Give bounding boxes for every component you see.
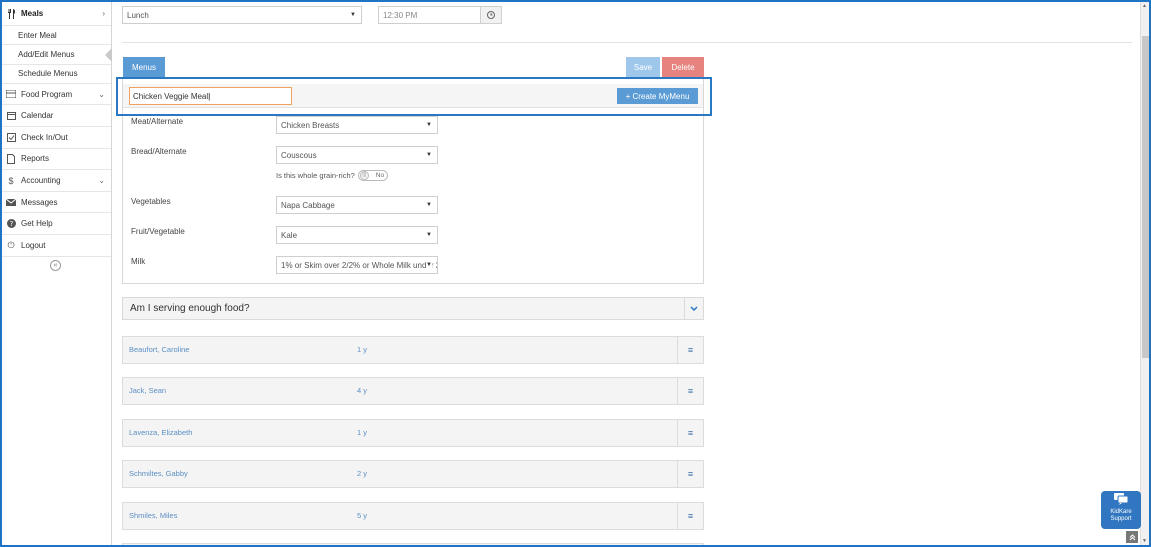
sidebar-item-accounting[interactable]: $ Accounting ⌄ [2,170,111,192]
sidebar-subitem-add-edit-menus[interactable]: Add/Edit Menus [2,45,112,65]
field-label-fruit-vegetable: Fruit/Vegetable [131,227,185,236]
dropdown-arrow-icon: ▼ [426,232,432,238]
dropdown-arrow-icon: ▼ [350,12,356,18]
sidebar-item-logout[interactable]: ⏻ Logout [2,235,111,257]
meal-type-select[interactable]: Lunch ▼ [122,6,362,24]
check-icon [6,132,16,142]
fruit-vegetable-select[interactable]: Kale ▼ [276,226,438,244]
hamburger-menu-icon[interactable]: ≡ [677,337,703,363]
meal-time-input[interactable]: 12:30 PM [378,6,502,24]
scroll-down-icon[interactable]: ▼ [1142,538,1147,544]
serving-enough-accordion[interactable]: Am I serving enough food? [122,297,704,320]
help-icon: ? [6,219,16,229]
dollar-icon: $ [8,175,14,186]
whole-grain-toggle[interactable]: ||| No [357,170,388,181]
child-name[interactable]: Shmiles, Miles [129,511,177,520]
scroll-to-top-button[interactable] [1126,531,1138,543]
highlight-box [116,77,712,116]
child-name[interactable]: Jack, Sean [129,386,166,395]
power-icon: ⏻ [7,239,15,250]
envelope-icon [6,197,16,207]
hamburger-menu-icon[interactable]: ≡ [677,420,703,446]
scroll-up-icon[interactable]: ▲ [1142,3,1147,9]
sidebar-item-messages[interactable]: Messages [2,192,111,214]
dropdown-arrow-icon: ▼ [426,122,432,128]
sidebar-item-reports[interactable]: Reports [2,149,111,171]
child-name[interactable]: Beaufort, Caroline [129,345,189,354]
scroll-thumb[interactable] [1142,36,1149,358]
field-label-vegetables: Vegetables [131,197,171,206]
chevron-right-icon: › [102,9,105,18]
sidebar-subitem-schedule-menus[interactable]: Schedule Menus [2,65,111,84]
sidebar-item-get-help[interactable]: ? Get Help [2,213,111,236]
support-widget[interactable]: KidKare Support [1101,491,1141,529]
dropdown-arrow-icon: ▼ [426,152,432,158]
milk-select[interactable]: 1% or Skim over 2/2% or Whole Milk under… [276,256,438,274]
tab-menus[interactable]: Menus [123,57,165,77]
svg-text:?: ? [9,220,13,228]
child-age: 1 y [357,345,368,354]
child-row[interactable]: Lavenza, Elizabeth 1 y ≡ [122,419,704,447]
child-age: 1 y [357,428,368,437]
toggle-knob-icon: ||| [359,171,369,180]
child-row[interactable]: Shmiles, Miles 5 y ≡ [122,502,704,530]
bread-alternate-select[interactable]: Couscous ▼ [276,146,438,164]
vegetables-select[interactable]: Napa Cabbage ▼ [276,196,438,214]
chat-bubble-icon [1101,493,1141,509]
sidebar-item-check-in-out[interactable]: Check In/Out [2,127,111,149]
chevron-down-icon[interactable] [684,298,703,319]
reports-icon [6,153,16,164]
child-row[interactable]: Schmiltes, Gabby 2 y ≡ [122,460,704,488]
delete-button[interactable]: Delete [662,57,704,77]
calendar-icon [6,111,16,121]
child-name[interactable]: Schmiltes, Gabby [129,469,188,478]
dropdown-arrow-icon: ▼ [426,202,432,208]
sidebar-item-calendar[interactable]: Calendar [2,105,111,128]
child-age: 5 y [357,511,368,520]
food-program-icon [6,89,16,99]
sidebar-subitem-enter-meal[interactable]: Enter Meal [2,26,111,46]
utensils-icon [6,8,16,19]
sidebar-item-meals[interactable]: Meals › [2,2,111,26]
hamburger-menu-icon[interactable]: ≡ [677,378,703,404]
child-row[interactable]: Jack, Sean 4 y ≡ [122,377,704,405]
child-age: 2 y [357,469,368,478]
child-age: 4 y [357,386,368,395]
field-label-bread: Bread/Alternate [131,147,187,156]
child-row[interactable]: Beaufort, Caroline 1 y ≡ [122,336,704,364]
hamburger-menu-icon[interactable]: ≡ [677,461,703,487]
dropdown-arrow-icon: ▼ [426,262,432,268]
whole-grain-row: Is this whole grain-rich? ||| No [276,170,388,181]
divider [122,42,1132,43]
collapse-sidebar-button[interactable]: « [50,260,61,271]
child-name[interactable]: Lavenza, Elizabeth [129,428,192,437]
meat-alternate-select[interactable]: Chicken Breasts ▼ [276,116,438,134]
sidebar: Meals › Enter Meal Add/Edit Menus Schedu… [2,2,112,545]
chevron-down-icon: ⌄ [98,89,105,99]
field-label-meat: Meat/Alternate [131,117,184,126]
chevron-down-icon: ⌄ [98,176,105,186]
save-button[interactable]: Save [626,57,660,77]
scrollbar[interactable]: ▲ ▼ [1140,2,1149,545]
sidebar-item-food-program[interactable]: Food Program ⌄ [2,84,111,106]
field-label-milk: Milk [131,257,146,266]
hamburger-menu-icon[interactable]: ≡ [677,503,703,529]
child-row-partial [122,543,704,547]
clock-icon[interactable] [480,7,501,23]
